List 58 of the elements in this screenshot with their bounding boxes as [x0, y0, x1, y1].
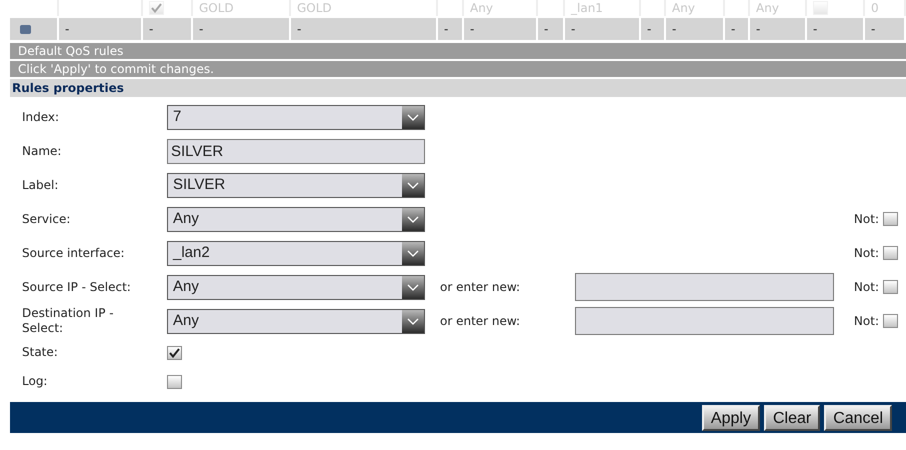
field-label: Log: [21, 374, 48, 389]
chevron-down-icon [402, 208, 424, 230]
field-label: Label: [21, 178, 60, 192]
field-label: Name: [21, 144, 62, 158]
chevron-down-icon [402, 174, 424, 196]
table-cell-text: - [470, 21, 474, 38]
dropdown[interactable]: 7 [167, 104, 425, 130]
dropdown[interactable]: _lan2 [167, 240, 425, 266]
field-label: Index: [21, 110, 60, 124]
table-cell-text: - [149, 21, 154, 38]
checkbox[interactable] [883, 280, 898, 294]
section-header: Rules properties [10, 79, 906, 97]
text-field[interactable]: SILVER [167, 138, 425, 164]
not-label: Not: [854, 313, 879, 330]
table-cell-text: - [199, 21, 204, 38]
not-label: Not: [854, 279, 879, 296]
table-cell-text: - [571, 21, 576, 38]
info-bar: Default QoS rules [10, 43, 906, 59]
checkbox[interactable] [167, 346, 182, 360]
not-label: Not: [854, 211, 879, 228]
field-label: Service: [21, 212, 72, 226]
input-field[interactable] [575, 307, 834, 335]
field-label: Source IP - Select: [21, 280, 132, 294]
checkmark-icon [151, 3, 162, 13]
alt-input-label: or enter new: [440, 313, 522, 330]
chevron-down-icon [402, 276, 424, 298]
chevron-down-icon [402, 242, 424, 264]
table-cell-text: - [813, 21, 818, 38]
table-cell-text: - [756, 21, 760, 38]
table-cell-text: - [731, 21, 736, 38]
field-label: State: [21, 345, 59, 360]
table-cell-text: - [544, 21, 548, 38]
action-button[interactable]: Clear [764, 404, 820, 430]
action-button[interactable]: Cancel [824, 404, 892, 430]
table-cell-text: - [871, 21, 876, 38]
dropdown[interactable]: SILVER [167, 172, 425, 198]
table-cell-text: - [672, 21, 676, 38]
table-cell-text: - [297, 21, 302, 38]
chevron-down-icon [402, 310, 424, 332]
dropdown[interactable]: Any [167, 206, 425, 232]
action-button[interactable]: Apply [702, 404, 760, 430]
alt-input-label: or enter new: [440, 279, 522, 296]
dropdown[interactable]: Any [167, 308, 425, 334]
checkbox[interactable] [883, 314, 898, 328]
chevron-down-icon [402, 106, 424, 128]
table-cell-text: - [647, 21, 652, 38]
field-label: Source interface: [21, 246, 126, 260]
checkbox[interactable] [883, 212, 898, 226]
table-cell-text: - [65, 21, 70, 38]
info-bar: Click 'Apply' to commit changes. [10, 61, 906, 77]
input-field[interactable] [575, 273, 834, 301]
not-label: Not: [854, 245, 879, 262]
table-cell-text: - [444, 21, 448, 38]
dropdown[interactable]: Any [167, 274, 425, 300]
checkbox[interactable] [883, 246, 898, 260]
checkbox[interactable] [167, 374, 182, 388]
checkmark-icon [169, 348, 180, 358]
field-label: Destination IP - Select: [21, 306, 115, 336]
